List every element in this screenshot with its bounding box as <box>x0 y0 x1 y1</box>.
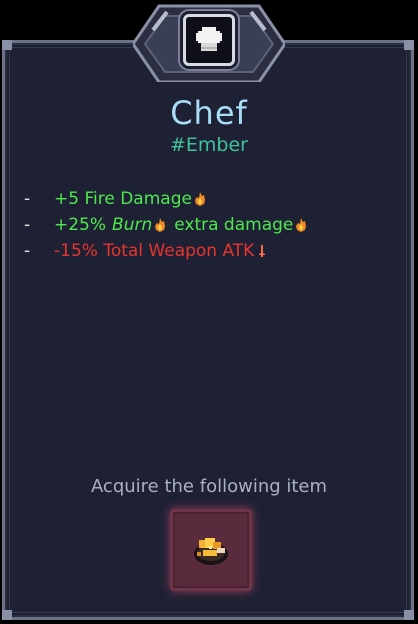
reward-item-slot[interactable] <box>170 509 252 591</box>
stat-line-fire-damage: - +5 Fire Damage <box>24 186 404 212</box>
fire-icon <box>296 218 307 232</box>
honey-item-icon <box>194 538 228 565</box>
acquire-label: Acquire the following item <box>90 476 328 497</box>
stat-value: +5 Fire Damage <box>54 189 192 209</box>
list-dash: - <box>24 215 31 235</box>
list-dash: - <box>24 189 31 209</box>
fire-icon <box>194 192 205 206</box>
talent-tag: #Ember <box>170 134 248 156</box>
talent-title: Chef <box>170 94 248 132</box>
frame-corner <box>404 40 414 50</box>
stat-line-burn-damage: - +25% Burn extra damage <box>24 212 404 238</box>
stat-suffix: extra damage <box>174 215 294 235</box>
frame-corner <box>2 610 12 620</box>
chef-hat-icon <box>183 14 235 66</box>
frame-corner <box>404 610 414 620</box>
weapon-attack-icon <box>259 244 266 257</box>
stat-list: - +5 Fire Damage - +25% Burn extra damag… <box>24 186 404 264</box>
stat-line-weapon-atk: - -15% Total Weapon ATK <box>24 238 404 264</box>
stat-value: -15% Total Weapon ATK <box>54 241 255 261</box>
burn-keyword: Burn <box>112 215 153 235</box>
list-dash: - <box>24 241 31 261</box>
frame-corner <box>2 40 12 50</box>
fire-icon <box>155 218 166 232</box>
stat-value: +25% <box>54 215 107 235</box>
